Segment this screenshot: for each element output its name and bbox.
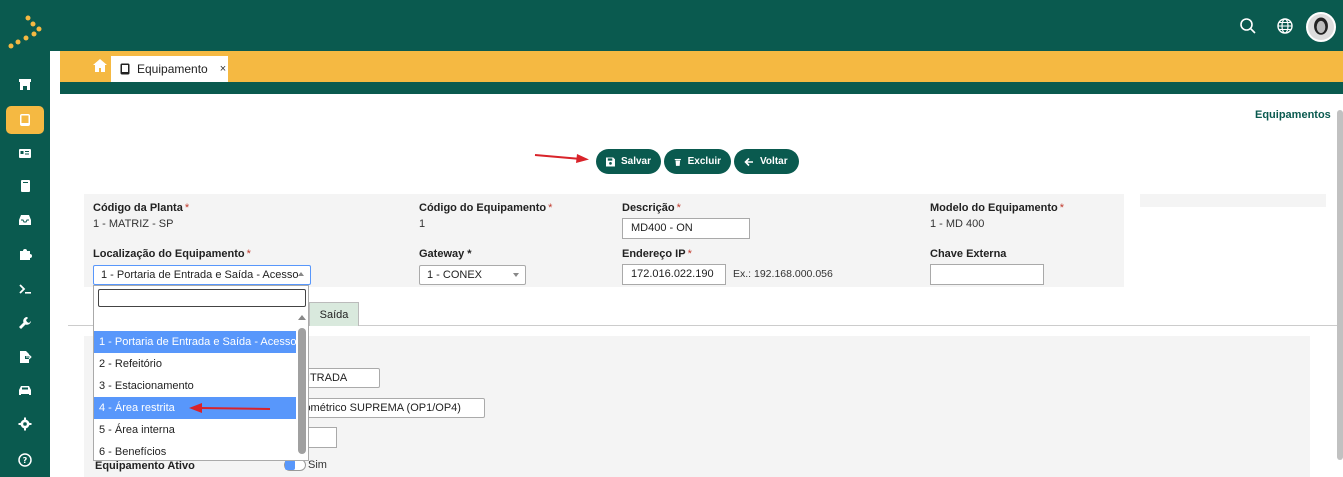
logo-icon [8,15,42,49]
gateway-select[interactable]: 1 - CONEX [419,265,526,285]
sidebar-item-puzzle[interactable] [6,240,44,268]
book-icon [21,180,30,192]
save-button[interactable]: Salvar [596,149,661,174]
annotation-arrow [189,403,271,413]
sidebar-item-wrench[interactable] [6,309,44,337]
store-icon [19,79,31,90]
scroll-up-icon[interactable] [298,315,306,320]
plant-code-value: 1 - MATRIZ - SP [93,218,174,230]
ip-field[interactable]: 172.016.022.190 [622,264,726,285]
reader-select[interactable]: iométrico SUPREMA (OP1/OP4) [299,398,485,418]
direction-select[interactable]: NTRADA [299,368,380,388]
top-bar-body [60,0,1343,51]
equipment-code-label: Código do Equipamento * [419,202,553,214]
tab-strip-divider [60,82,1343,94]
tab-left-edge [68,325,92,326]
dropdown-option[interactable]: 6 - Benefícios [94,441,296,460]
reader-value: iométrico SUPREMA (OP1/OP4) [302,402,461,414]
avatar[interactable] [1306,12,1336,42]
delete-label: Excluir [687,156,721,167]
wrench-icon [19,317,31,329]
sidebar-item-inbox[interactable] [6,206,44,234]
sidebar-item-settings[interactable] [6,410,44,438]
dropdown-list: 1 - Portaria de Entrada e Saída - Acesso… [94,331,297,460]
chevron-down-icon [513,273,519,277]
home-icon[interactable] [92,58,108,74]
sidebar-item-file-export[interactable] [6,343,44,371]
gateway-selected-value: 1 - CONEX [427,269,483,281]
page-scrollbar[interactable] [1337,110,1343,460]
search-icon[interactable] [1239,17,1257,35]
sidebar-item-equipment[interactable] [6,106,44,134]
dropdown-option[interactable]: 1 - Portaria de Entrada e Saída - Acesso [94,331,297,353]
dropdown-option[interactable]: 2 - Refeitório [94,353,296,375]
location-select[interactable]: 1 - Portaria de Entrada e Saída - Acesso [93,265,311,285]
dropdown-search-input[interactable] [98,289,306,307]
terminal-icon [19,284,31,294]
inbox-icon [19,215,31,225]
delete-button[interactable]: Excluir [664,149,731,174]
external-key-label: Chave Externa [930,248,1007,260]
location-selected-value: 1 - Portaria de Entrada e Saída - Acesso [101,269,299,281]
location-dropdown: 1 - Portaria de Entrada e Saída - Acesso… [93,285,309,461]
help-icon: ? [18,453,32,467]
model-label: Modelo do Equipamento * [930,202,1064,214]
ip-label: Endereço IP * [622,248,692,260]
model-value: 1 - MD 400 [930,218,985,230]
equipment-code-value: 1 [419,218,426,230]
active-option: Sim [308,459,327,471]
gear-icon [18,417,32,431]
sidebar-item-store[interactable] [6,70,44,98]
plant-code-label: Código da Planta * [93,202,190,214]
dropdown-option[interactable]: 3 - Estacionamento [94,375,296,397]
tab-strip [60,51,1343,82]
back-label: Voltar [760,156,788,167]
svg-text:?: ? [23,456,28,465]
description-label: Descrição * [622,202,681,214]
sidebar-item-book[interactable] [6,172,44,200]
back-button[interactable]: Voltar [734,149,799,174]
save-label: Salvar [620,156,651,167]
external-key-field[interactable] [930,264,1044,285]
description-field[interactable]: MD400 - ON [622,218,750,239]
tablet-icon [20,114,30,126]
tab-label: Equipamento [137,62,208,76]
sidebar-item-help[interactable]: ? [6,446,44,474]
right-panel [1140,194,1326,207]
active-label: Equipamento Ativo [95,460,195,472]
gateway-label: Gateway * [419,248,472,260]
file-export-icon [20,351,32,363]
dropdown-option[interactable]: 5 - Área interna [94,419,296,441]
annotation-arrow [534,154,589,163]
page-title[interactable]: Equipamentos [1255,109,1331,121]
sidebar: ? [0,0,50,477]
location-label: Localização do Equipamento * [93,248,251,260]
sidebar-item-terminal[interactable] [6,275,44,303]
dropdown-scrollbar[interactable] [298,328,306,454]
car-icon [19,386,31,395]
save-icon [606,157,615,166]
ip-hint: Ex.: 192.168.000.056 [733,268,833,280]
tab-equipamento[interactable]: Equipamento × [111,56,228,82]
arrow-left-icon [744,157,753,166]
trash-icon [674,158,681,166]
id-card-icon [19,149,31,158]
sidebar-item-car[interactable] [6,376,44,404]
tab-saida[interactable]: Saída [309,302,359,326]
tablet-icon [120,63,130,75]
puzzle-icon [20,249,32,260]
close-icon[interactable]: × [220,63,226,75]
globe-icon[interactable] [1276,17,1294,35]
chevron-up-icon [298,272,304,276]
sidebar-item-id-card[interactable] [6,139,44,167]
